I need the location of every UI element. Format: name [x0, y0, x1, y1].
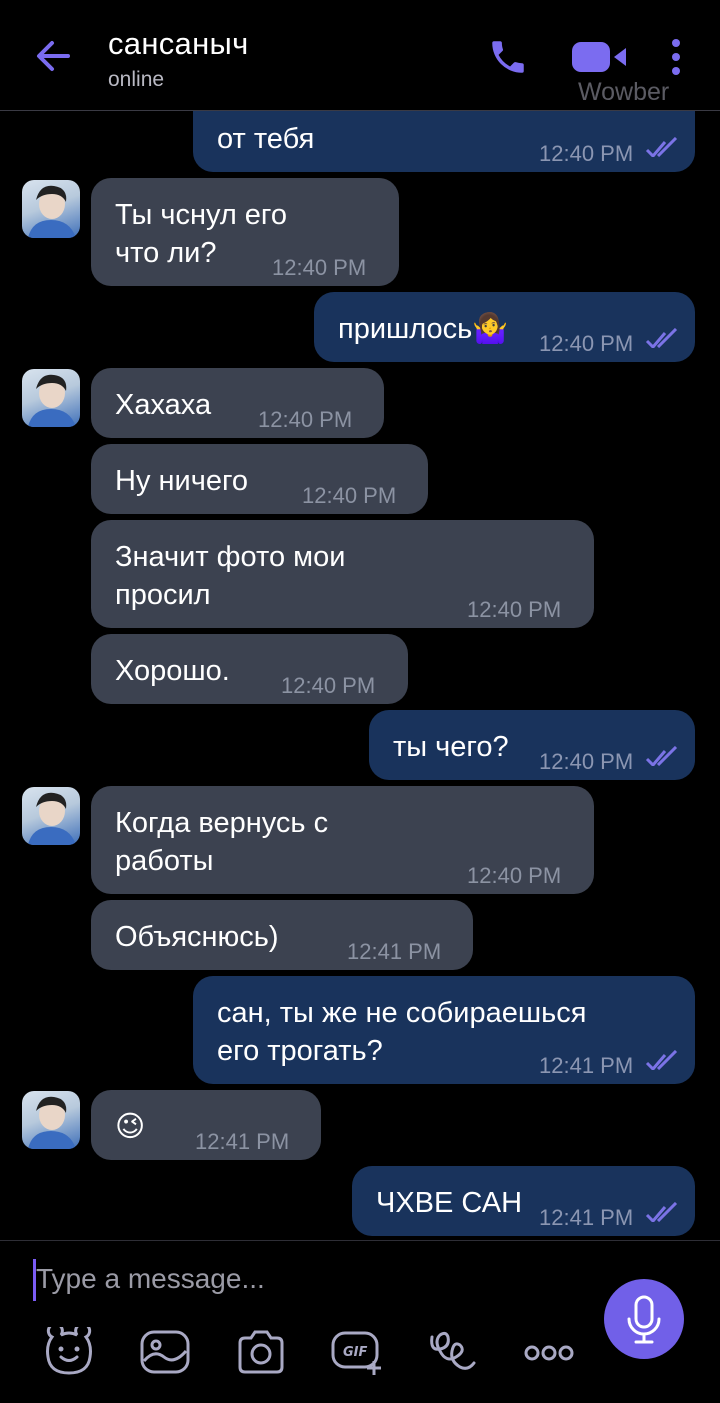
contact-name[interactable]: сансаныч — [108, 26, 249, 62]
message-bubble-incoming[interactable]: Хорошо. 12:40 PM — [91, 634, 408, 704]
message-text: Ты чснул его — [115, 199, 288, 231]
contact-avatar[interactable] — [22, 180, 80, 238]
microphone-icon — [627, 1295, 661, 1344]
message-bubble-incoming[interactable]: Ты чснул его что ли? 12:40 PM — [91, 178, 399, 286]
sticker-icon[interactable] — [42, 1327, 96, 1377]
message-text: Ну ничего — [115, 465, 249, 497]
message-bubble-incoming[interactable]: 😉 12:41 PM — [91, 1090, 321, 1160]
message-text: просил — [115, 579, 211, 611]
message-time: 12:40 PM — [281, 673, 376, 698]
message-time: 12:40 PM — [539, 141, 634, 166]
message-text: Хорошо. — [115, 655, 230, 687]
message-text: Объяснюсь) — [115, 921, 279, 953]
message-time: 12:40 PM — [467, 863, 562, 888]
message-time: 12:40 PM — [539, 331, 634, 356]
message-time: 12:40 PM — [539, 749, 634, 774]
read-ticks-icon — [645, 137, 678, 157]
gif-icon[interactable]: GIF — [330, 1327, 384, 1377]
message-text: Когда вернусь с — [115, 807, 329, 839]
message-time: 12:41 PM — [539, 1053, 634, 1078]
video-call-icon[interactable] — [570, 40, 628, 74]
read-ticks-icon — [645, 1050, 678, 1070]
camera-icon[interactable] — [234, 1327, 288, 1377]
message-bubble-outgoing[interactable]: ты чего? 12:40 PM — [369, 710, 695, 780]
message-time: 12:40 PM — [272, 255, 367, 280]
message-bubble-outgoing[interactable]: пришлось🤷‍♀️ 12:40 PM — [314, 292, 695, 362]
watermark-text: Wowber — [578, 78, 670, 106]
message-bubble-incoming[interactable]: Хахаха 12:40 PM — [91, 368, 384, 438]
more-options-icon[interactable] — [666, 38, 686, 76]
contact-avatar[interactable] — [22, 1091, 80, 1149]
message-text: от тебя — [217, 123, 315, 155]
message-text: его трогать? — [217, 1035, 383, 1067]
message-text: сан, ты же не собираешься — [217, 997, 587, 1029]
read-ticks-icon — [645, 746, 678, 766]
message-composer: Type a message... GIF — [0, 1240, 720, 1403]
message-list[interactable]: от тебя 12:40 PM Ты чснул его что ли? 12… — [0, 0, 720, 1240]
read-ticks-icon — [645, 328, 678, 348]
message-bubble-incoming[interactable]: Значит фото мои просил 12:40 PM — [91, 520, 594, 628]
message-text: ты чего? — [393, 731, 509, 763]
message-time: 12:41 PM — [539, 1205, 634, 1230]
message-text: Хахаха — [115, 389, 212, 421]
contact-avatar[interactable] — [22, 787, 80, 845]
message-input[interactable]: Type a message... — [36, 1263, 265, 1295]
more-icon[interactable] — [522, 1327, 576, 1377]
gallery-icon[interactable] — [138, 1327, 192, 1377]
message-text: пришлось🤷‍♀️ — [338, 313, 509, 345]
message-text: что ли? — [115, 237, 217, 269]
read-ticks-icon — [645, 1202, 678, 1222]
message-bubble-outgoing[interactable]: сан, ты же не собираешься его трогать? 1… — [193, 976, 695, 1084]
back-arrow-icon[interactable] — [32, 34, 76, 78]
message-time: 12:40 PM — [467, 597, 562, 622]
message-time: 12:40 PM — [302, 483, 397, 508]
message-text: работы — [115, 845, 214, 877]
message-bubble-incoming[interactable]: Объяснюсь) 12:41 PM — [91, 900, 473, 970]
message-bubble-incoming[interactable]: Когда вернусь с работы 12:40 PM — [91, 786, 594, 894]
svg-text:GIF: GIF — [343, 1345, 368, 1360]
message-text: ЧХВЕ САН — [376, 1187, 523, 1219]
contact-status: online — [108, 68, 165, 91]
phone-call-icon[interactable] — [487, 36, 529, 78]
microphone-button[interactable] — [604, 1279, 684, 1359]
message-text: Значит фото мои — [115, 541, 346, 573]
message-bubble-outgoing[interactable]: ЧХВЕ САН 12:41 PM — [352, 1166, 695, 1236]
contact-avatar[interactable] — [22, 369, 80, 427]
message-bubble-incoming[interactable]: Ну ничего 12:40 PM — [91, 444, 428, 514]
message-emoji: 😉 — [115, 1111, 146, 1143]
doodle-icon[interactable] — [426, 1327, 480, 1377]
message-time: 12:41 PM — [347, 939, 442, 964]
message-time: 12:40 PM — [258, 407, 353, 432]
message-time: 12:41 PM — [195, 1129, 290, 1154]
